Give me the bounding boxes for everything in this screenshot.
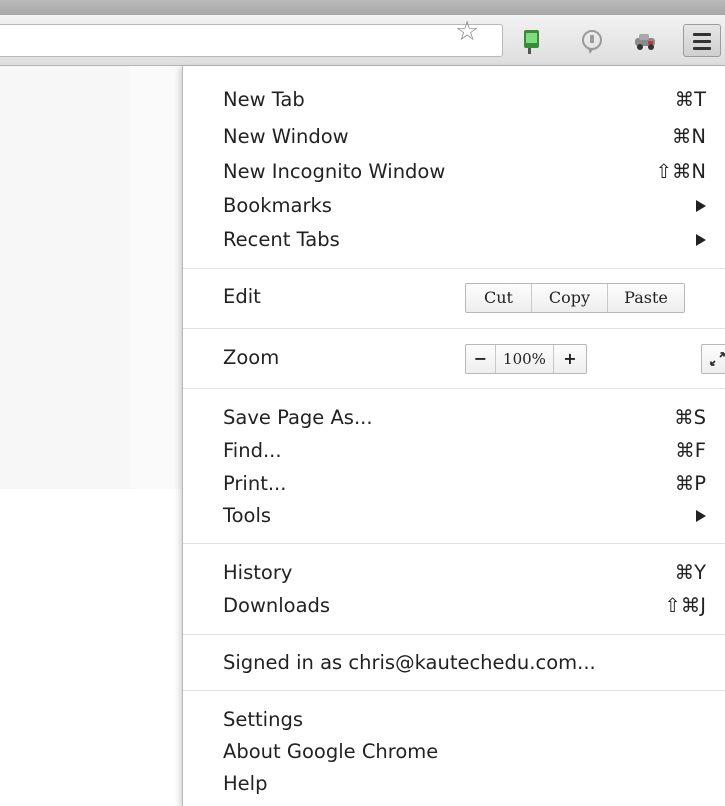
menu-item-label: Settings [223, 708, 303, 731]
menu-separator [183, 328, 725, 329]
menu-item-settings[interactable]: Settings [223, 706, 706, 733]
menu-item-bookmarks[interactable]: Bookmarks [223, 192, 706, 219]
menu-item-new-window[interactable]: New Window ⌘N [223, 123, 706, 150]
zoom-controls: − 100% + [465, 344, 587, 374]
menu-item-downloads[interactable]: Downloads ⇧⌘J [223, 592, 706, 619]
menu-item-label: New Window [223, 125, 349, 148]
chrome-menu-button[interactable] [683, 24, 721, 57]
menu-item-label: Tools [223, 504, 272, 527]
menu-item-label: Zoom [223, 346, 280, 369]
cut-button[interactable]: Cut [466, 284, 532, 312]
zoom-in-button[interactable]: + [554, 345, 586, 373]
menu-item-label: New Tab [223, 88, 305, 111]
signed-in-label: Signed in as chris@kautechedu.com... [223, 651, 596, 674]
menu-item-label: Bookmarks [223, 194, 332, 217]
bookmark-star-icon[interactable]: ☆ [455, 18, 479, 46]
menu-item-new-tab[interactable]: New Tab ⌘T [223, 86, 706, 113]
menu-item-label: Find... [223, 439, 282, 462]
menu-separator [183, 543, 725, 544]
hamburger-line [693, 47, 711, 50]
shortcut-label: ⌘Y [674, 561, 706, 584]
menu-item-print[interactable]: Print... ⌘P [223, 470, 706, 497]
submenu-arrow-icon [696, 234, 706, 246]
edit-button-group: Cut Copy Paste [465, 283, 685, 313]
menu-item-history[interactable]: History ⌘Y [223, 559, 706, 586]
page-background-panel [0, 66, 130, 489]
shortcut-label: ⌘T [674, 88, 706, 111]
menu-item-label: Help [223, 772, 268, 795]
shortcut-label: ⇧⌘N [655, 160, 706, 183]
zoom-out-button[interactable]: − [466, 345, 496, 373]
extension-speech-icon[interactable] [578, 27, 608, 57]
shortcut-label: ⌘N [671, 125, 706, 148]
shortcut-label: ⌘P [674, 472, 706, 495]
paste-button[interactable]: Paste [608, 284, 684, 312]
menu-item-tools[interactable]: Tools [223, 502, 706, 529]
shortcut-label: ⇧⌘J [664, 594, 706, 617]
menu-separator [183, 268, 725, 269]
menu-item-about-google-chrome[interactable]: About Google Chrome [223, 738, 706, 765]
menu-item-new-incognito-window[interactable]: New Incognito Window ⇧⌘N [223, 158, 706, 185]
menu-item-find[interactable]: Find... ⌘F [223, 437, 706, 464]
fullscreen-button[interactable] [701, 344, 725, 374]
menu-item-help[interactable]: Help [223, 770, 706, 797]
submenu-arrow-icon [696, 200, 706, 212]
window-title-bar [0, 0, 725, 15]
shortcut-label: ⌘F [675, 439, 706, 462]
hamburger-icon [693, 33, 711, 36]
menu-item-signed-in[interactable]: Signed in as chris@kautechedu.com... [223, 649, 706, 676]
menu-row-edit: Edit Cut Copy Paste [223, 283, 706, 313]
extension-car-icon[interactable] [630, 27, 660, 57]
shortcut-label: ⌘S [674, 406, 706, 429]
menu-item-label: Recent Tabs [223, 228, 340, 251]
menu-item-label: New Incognito Window [223, 160, 446, 183]
zoom-level: 100% [496, 345, 554, 373]
menu-item-recent-tabs[interactable]: Recent Tabs [223, 226, 706, 253]
menu-item-label: Edit [223, 285, 261, 308]
menu-item-label: History [223, 561, 293, 584]
menu-separator [183, 388, 725, 389]
menu-item-label: About Google Chrome [223, 740, 439, 763]
menu-item-label: Print... [223, 472, 287, 495]
menu-separator [183, 634, 725, 635]
browser-toolbar: ☆ [0, 15, 725, 66]
menu-row-zoom: Zoom − 100% + [223, 344, 725, 374]
menu-item-label: Save Page As... [223, 406, 373, 429]
hamburger-line [693, 40, 711, 43]
address-bar[interactable] [0, 24, 503, 57]
submenu-arrow-icon [696, 510, 706, 522]
chrome-main-menu: New Tab ⌘T New Window ⌘N New Incognito W… [182, 66, 725, 806]
menu-item-label: Downloads [223, 594, 331, 617]
menu-separator [183, 690, 725, 691]
page-background-panel [130, 66, 185, 489]
copy-button[interactable]: Copy [532, 284, 608, 312]
fullscreen-icon [710, 352, 725, 366]
extension-green-icon[interactable] [517, 27, 547, 57]
menu-item-save-page-as[interactable]: Save Page As... ⌘S [223, 404, 706, 431]
